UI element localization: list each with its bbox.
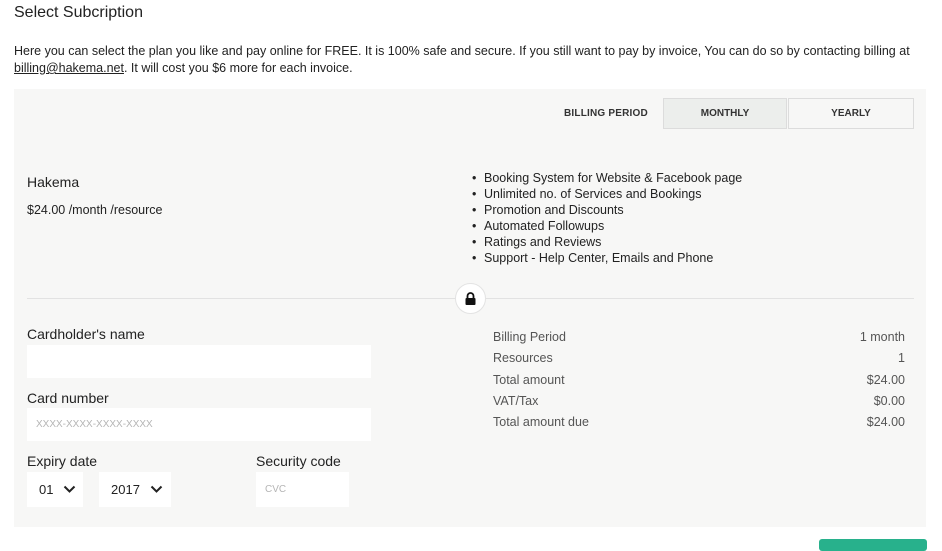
card-number-input[interactable]: [27, 408, 371, 441]
expiry-month-select[interactable]: 01: [27, 472, 83, 507]
summary-value: 1 month: [859, 330, 905, 344]
summary-label: Billing Period: [493, 330, 566, 344]
summary-value: $24.00: [866, 372, 905, 387]
card-number-label: Card number: [27, 390, 109, 406]
summary-row: Total amount due $24.00: [493, 414, 905, 435]
order-summary: Billing Period 1 month Resources 1 Total a…: [493, 329, 905, 435]
feature-item: Support - Help Center, Emails and Phone: [472, 250, 742, 266]
expiry-date-label: Expiry date: [27, 453, 98, 469]
intro-text: Here you can select the plan you like an…: [14, 43, 914, 77]
expiry-month-value: 01: [39, 482, 54, 497]
cardholder-name-input[interactable]: [27, 345, 371, 378]
chevron-down-icon: [63, 485, 76, 494]
feature-item: Automated Followups: [472, 218, 742, 234]
tab-monthly[interactable]: MONTHLY: [663, 98, 787, 129]
security-code-label: Security code: [256, 453, 341, 469]
expiry-year-select[interactable]: 2017: [99, 472, 171, 507]
feature-item: Unlimited no. of Services and Bookings: [472, 186, 742, 202]
expiry-year-value: 2017: [111, 482, 140, 497]
plan-price: $24.00 /month /resource: [27, 203, 163, 217]
lock-icon: [455, 283, 486, 314]
summary-row: Total amount $24.00: [493, 372, 905, 393]
feature-item: Booking System for Website & Facebook pa…: [472, 170, 742, 186]
intro-text-before: Here you can select the plan you like an…: [14, 44, 910, 58]
feature-item: Ratings and Reviews: [472, 234, 742, 250]
summary-row: Billing Period 1 month: [493, 329, 905, 350]
summary-value: 1: [898, 351, 905, 366]
summary-label: VAT/Tax: [493, 393, 539, 408]
summary-label: Total amount: [493, 372, 565, 387]
submit-button[interactable]: [819, 539, 927, 551]
summary-row: VAT/Tax $0.00: [493, 393, 905, 414]
security-code-input[interactable]: [256, 472, 349, 507]
page-title: Select Subcription: [14, 4, 143, 21]
feature-list: Booking System for Website & Facebook pa…: [472, 170, 742, 266]
feature-item: Promotion and Discounts: [472, 202, 742, 218]
summary-label: Total amount due: [493, 415, 589, 430]
cardholder-name-label: Cardholder's name: [27, 326, 145, 342]
billing-email-link[interactable]: billing@hakema.net: [14, 61, 124, 75]
tab-yearly[interactable]: YEARLY: [788, 98, 914, 129]
plan-name: Hakema: [27, 174, 80, 190]
intro-text-after: . It will cost you $6 more for each invo…: [123, 61, 353, 75]
summary-label: Resources: [493, 351, 553, 366]
subscription-panel: BILLING PERIOD MONTHLY YEARLY Hakema $24…: [14, 89, 926, 527]
billing-period-label: BILLING PERIOD: [564, 108, 648, 119]
chevron-down-icon: [150, 485, 163, 494]
summary-value: $24.00: [866, 415, 905, 430]
summary-row: Resources 1: [493, 350, 905, 371]
summary-value: $0.00: [873, 393, 905, 408]
